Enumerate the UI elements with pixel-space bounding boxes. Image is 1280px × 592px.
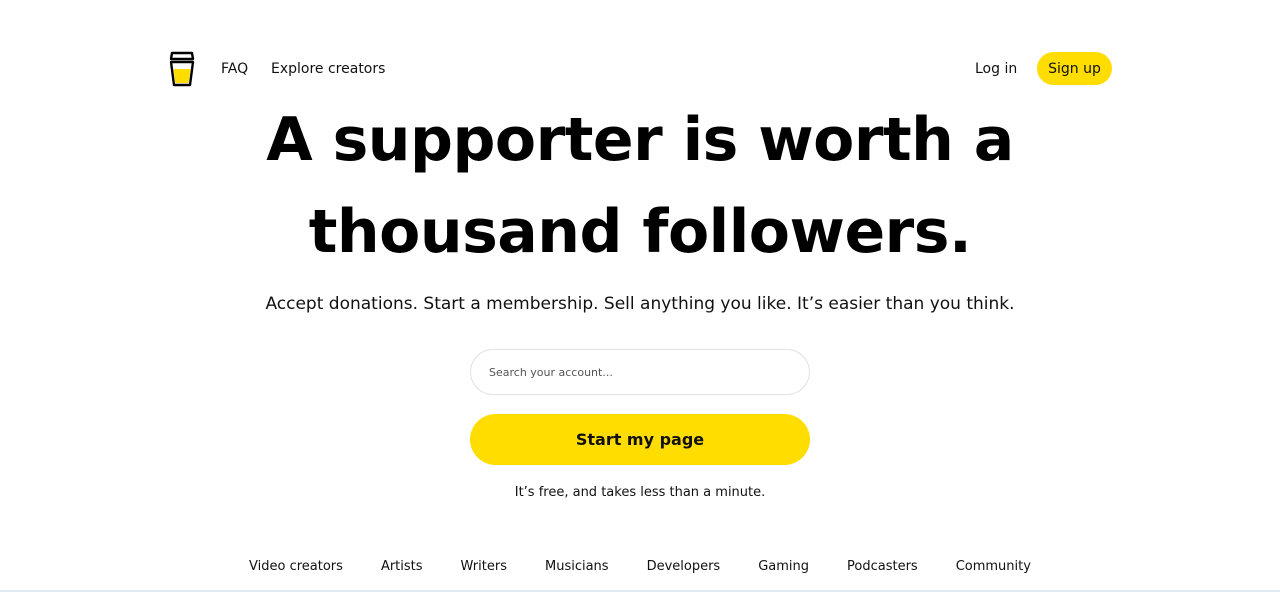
hero-title: A supporter is worth a thousand follower… bbox=[0, 94, 1280, 278]
category-podcasters[interactable]: Podcasters bbox=[828, 559, 937, 575]
category-writers[interactable]: Writers bbox=[442, 559, 526, 575]
category-developers[interactable]: Developers bbox=[628, 559, 740, 575]
nav-explore-creators-link[interactable]: Explore creators bbox=[271, 61, 385, 77]
start-my-page-button[interactable]: Start my page bbox=[470, 414, 810, 465]
account-search-input[interactable] bbox=[470, 349, 810, 395]
category-musicians[interactable]: Musicians bbox=[526, 559, 628, 575]
landing-page: FAQ Explore creators Log in Sign up A su… bbox=[0, 0, 1280, 592]
category-artists[interactable]: Artists bbox=[362, 559, 442, 575]
hero-title-line-1: A supporter is worth a bbox=[266, 105, 1014, 175]
category-nav: Video creators Artists Writers Musicians… bbox=[0, 559, 1280, 575]
login-link[interactable]: Log in bbox=[975, 61, 1017, 77]
hero-subtitle: Accept donations. Start a membership. Se… bbox=[265, 294, 1015, 314]
signup-button[interactable]: Sign up bbox=[1037, 52, 1112, 85]
coffee-cup-icon[interactable] bbox=[168, 50, 196, 88]
header: FAQ Explore creators Log in Sign up bbox=[168, 48, 1112, 90]
hero-title-line-2: thousand followers. bbox=[308, 197, 972, 267]
category-community[interactable]: Community bbox=[937, 559, 1050, 575]
nav-faq-link[interactable]: FAQ bbox=[221, 61, 248, 77]
cta-note: It’s free, and takes less than a minute. bbox=[514, 485, 766, 500]
category-video-creators[interactable]: Video creators bbox=[230, 559, 362, 575]
category-gaming[interactable]: Gaming bbox=[739, 559, 828, 575]
